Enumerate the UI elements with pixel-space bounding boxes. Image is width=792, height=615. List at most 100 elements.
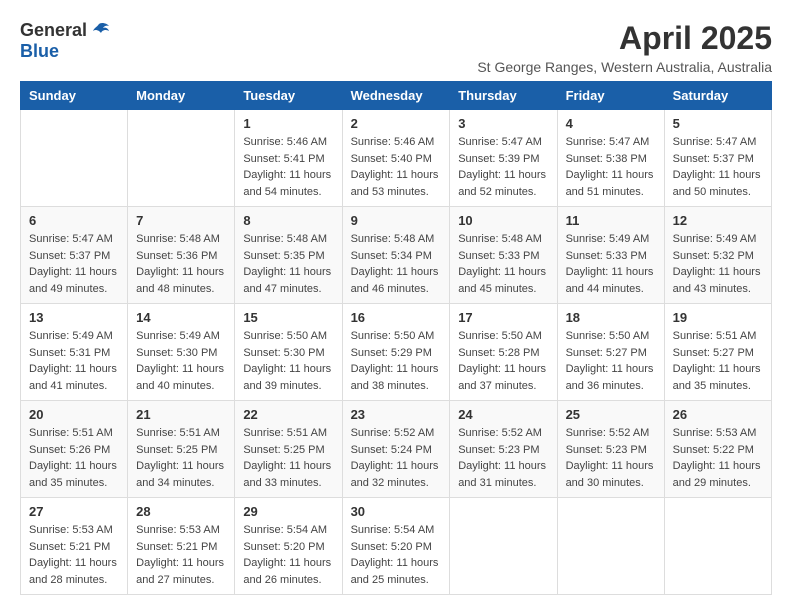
day-number: 27 [29,504,119,519]
calendar-cell: 17 Sunrise: 5:50 AMSunset: 5:28 PMDayligh… [450,304,557,401]
calendar-cell [21,110,128,207]
calendar-cell: 20 Sunrise: 5:51 AMSunset: 5:26 PMDayligh… [21,401,128,498]
day-number: 21 [136,407,226,422]
calendar-cell: 3 Sunrise: 5:47 AMSunset: 5:39 PMDaylight… [450,110,557,207]
logo-blue-text: Blue [20,41,59,61]
calendar-cell: 13 Sunrise: 5:49 AMSunset: 5:31 PMDayligh… [21,304,128,401]
calendar-header-monday: Monday [128,82,235,110]
calendar-cell: 30 Sunrise: 5:54 AMSunset: 5:20 PMDayligh… [342,498,450,595]
calendar-cell: 7 Sunrise: 5:48 AMSunset: 5:36 PMDaylight… [128,207,235,304]
day-number: 11 [566,213,656,228]
day-info: Sunrise: 5:49 AMSunset: 5:31 PMDaylight:… [29,328,119,394]
day-info: Sunrise: 5:48 AMSunset: 5:35 PMDaylight:… [243,231,333,297]
day-number: 7 [136,213,226,228]
day-info: Sunrise: 5:50 AMSunset: 5:27 PMDaylight:… [566,328,656,394]
calendar-week-row: 13 Sunrise: 5:49 AMSunset: 5:31 PMDayligh… [21,304,772,401]
calendar-cell: 11 Sunrise: 5:49 AMSunset: 5:33 PMDayligh… [557,207,664,304]
calendar-cell [450,498,557,595]
day-number: 1 [243,116,333,131]
day-number: 10 [458,213,548,228]
calendar-header-sunday: Sunday [21,82,128,110]
calendar-cell: 23 Sunrise: 5:52 AMSunset: 5:24 PMDayligh… [342,401,450,498]
logo: General Blue [20,20,109,62]
calendar-cell: 2Sunrise: 5:46 AMSunset: 5:40 PMDaylight… [342,110,450,207]
day-info: Sunrise: 5:54 AMSunset: 5:20 PMDaylight:… [243,522,333,588]
day-info: Sunrise: 5:47 AMSunset: 5:38 PMDaylight:… [566,134,656,200]
header: General Blue April 2025 St George Ranges… [20,20,772,75]
calendar-week-row: 27 Sunrise: 5:53 AMSunset: 5:21 PMDayligh… [21,498,772,595]
calendar-header-wednesday: Wednesday [342,82,450,110]
day-number: 20 [29,407,119,422]
day-number: 16 [351,310,442,325]
calendar-cell: 16 Sunrise: 5:50 AMSunset: 5:29 PMDayligh… [342,304,450,401]
day-info: Sunrise: 5:50 AMSunset: 5:28 PMDaylight:… [458,328,548,394]
calendar-header-tuesday: Tuesday [235,82,342,110]
calendar-cell: 22Sunrise: 5:51 AMSunset: 5:25 PMDayligh… [235,401,342,498]
day-number: 3 [458,116,548,131]
calendar-header-thursday: Thursday [450,82,557,110]
day-info: Sunrise: 5:47 AMSunset: 5:37 PMDaylight:… [29,231,119,297]
calendar-cell: 24 Sunrise: 5:52 AMSunset: 5:23 PMDayligh… [450,401,557,498]
day-info: Sunrise: 5:50 AMSunset: 5:29 PMDaylight:… [351,328,442,394]
day-number: 24 [458,407,548,422]
day-info: Sunrise: 5:52 AMSunset: 5:23 PMDaylight:… [566,425,656,491]
calendar-cell: 8 Sunrise: 5:48 AMSunset: 5:35 PMDaylight… [235,207,342,304]
day-info: Sunrise: 5:46 AMSunset: 5:41 PMDaylight:… [243,134,333,200]
day-number: 8 [243,213,333,228]
calendar-cell: 9Sunrise: 5:48 AMSunset: 5:34 PMDaylight… [342,207,450,304]
calendar-cell: 4 Sunrise: 5:47 AMSunset: 5:38 PMDaylight… [557,110,664,207]
calendar-cell [128,110,235,207]
calendar-header-saturday: Saturday [664,82,771,110]
calendar-cell: 25 Sunrise: 5:52 AMSunset: 5:23 PMDayligh… [557,401,664,498]
day-info: Sunrise: 5:54 AMSunset: 5:20 PMDaylight:… [351,522,442,588]
day-number: 17 [458,310,548,325]
calendar-cell: 15Sunrise: 5:50 AMSunset: 5:30 PMDayligh… [235,304,342,401]
day-info: Sunrise: 5:48 AMSunset: 5:33 PMDaylight:… [458,231,548,297]
day-info: Sunrise: 5:51 AMSunset: 5:25 PMDaylight:… [136,425,226,491]
day-number: 4 [566,116,656,131]
day-number: 5 [673,116,763,131]
calendar-header-friday: Friday [557,82,664,110]
day-number: 13 [29,310,119,325]
day-number: 30 [351,504,442,519]
day-info: Sunrise: 5:49 AMSunset: 5:33 PMDaylight:… [566,231,656,297]
location-title: St George Ranges, Western Australia, Aus… [477,59,772,75]
calendar-cell: 5 Sunrise: 5:47 AMSunset: 5:37 PMDaylight… [664,110,771,207]
month-title: April 2025 [477,20,772,57]
day-number: 2 [351,116,442,131]
day-info: Sunrise: 5:49 AMSunset: 5:30 PMDaylight:… [136,328,226,394]
calendar-cell: 18 Sunrise: 5:50 AMSunset: 5:27 PMDayligh… [557,304,664,401]
calendar-cell: 6 Sunrise: 5:47 AMSunset: 5:37 PMDaylight… [21,207,128,304]
day-info: Sunrise: 5:50 AMSunset: 5:30 PMDaylight:… [243,328,333,394]
day-info: Sunrise: 5:53 AMSunset: 5:21 PMDaylight:… [136,522,226,588]
day-info: Sunrise: 5:52 AMSunset: 5:24 PMDaylight:… [351,425,442,491]
day-info: Sunrise: 5:48 AMSunset: 5:36 PMDaylight:… [136,231,226,297]
logo-bird-icon [89,22,109,40]
calendar-cell: 10 Sunrise: 5:48 AMSunset: 5:33 PMDayligh… [450,207,557,304]
day-number: 29 [243,504,333,519]
day-number: 12 [673,213,763,228]
day-number: 25 [566,407,656,422]
day-number: 26 [673,407,763,422]
day-number: 23 [351,407,442,422]
calendar-week-row: 6 Sunrise: 5:47 AMSunset: 5:37 PMDaylight… [21,207,772,304]
calendar-week-row: 20 Sunrise: 5:51 AMSunset: 5:26 PMDayligh… [21,401,772,498]
calendar-cell: 28 Sunrise: 5:53 AMSunset: 5:21 PMDayligh… [128,498,235,595]
day-info: Sunrise: 5:47 AMSunset: 5:37 PMDaylight:… [673,134,763,200]
day-info: Sunrise: 5:47 AMSunset: 5:39 PMDaylight:… [458,134,548,200]
day-info: Sunrise: 5:51 AMSunset: 5:26 PMDaylight:… [29,425,119,491]
day-number: 9 [351,213,442,228]
calendar-table: SundayMondayTuesdayWednesdayThursdayFrid… [20,81,772,595]
day-number: 28 [136,504,226,519]
day-number: 6 [29,213,119,228]
calendar-header-row: SundayMondayTuesdayWednesdayThursdayFrid… [21,82,772,110]
day-number: 19 [673,310,763,325]
logo-general-text: General [20,20,87,41]
calendar-cell: 1 Sunrise: 5:46 AMSunset: 5:41 PMDaylight… [235,110,342,207]
day-info: Sunrise: 5:52 AMSunset: 5:23 PMDaylight:… [458,425,548,491]
day-info: Sunrise: 5:53 AMSunset: 5:22 PMDaylight:… [673,425,763,491]
day-number: 22 [243,407,333,422]
calendar-cell: 27Sunrise: 5:53 AMSunset: 5:21 PMDayligh… [21,498,128,595]
calendar-cell: 29 Sunrise: 5:54 AMSunset: 5:20 PMDayligh… [235,498,342,595]
day-number: 18 [566,310,656,325]
